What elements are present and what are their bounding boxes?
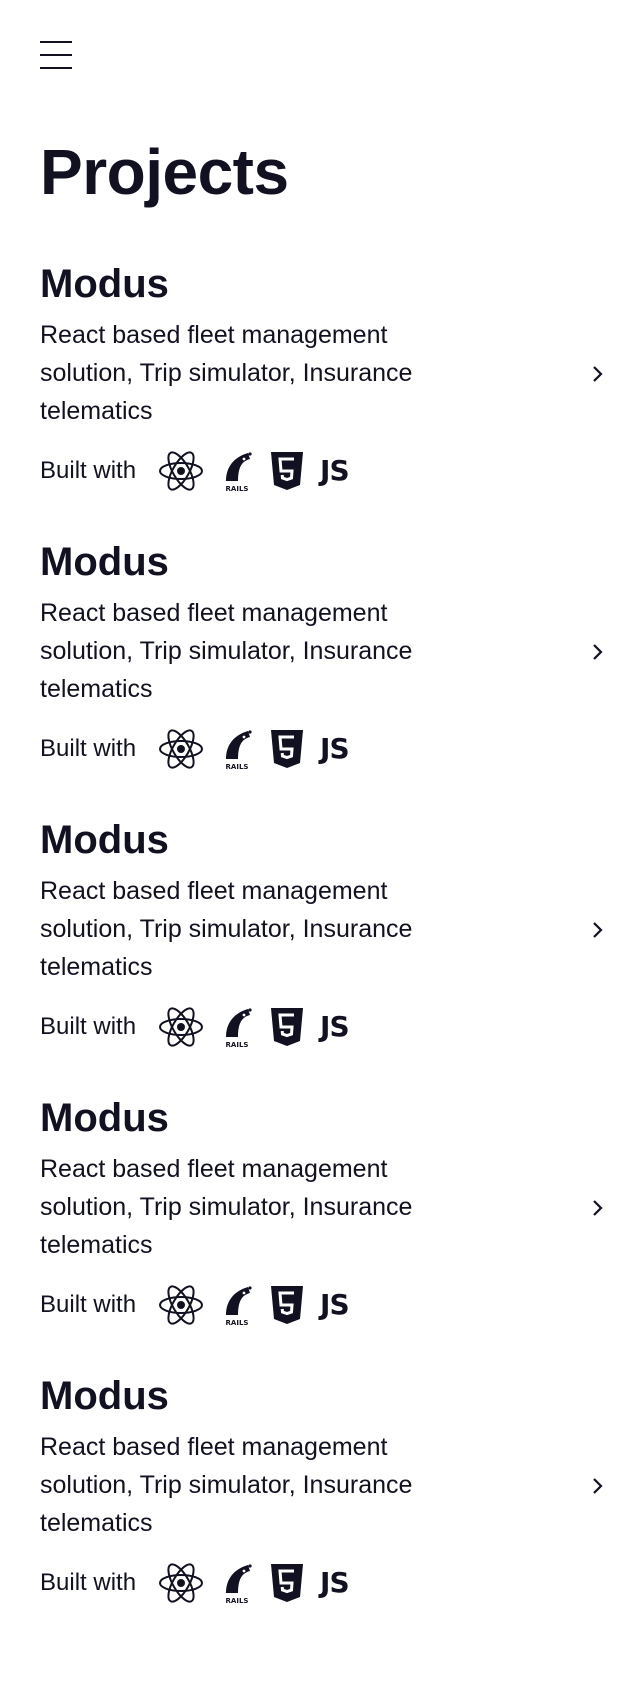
chevron-right-icon[interactable]: [586, 362, 610, 386]
menu-line: [40, 67, 72, 69]
project-name: Modus: [40, 1374, 169, 1418]
project-card[interactable]: Modus React based fleet management solut…: [40, 262, 610, 540]
built-with-label: Built with: [40, 1291, 137, 1318]
react-icon: [158, 725, 204, 773]
project-card[interactable]: Modus React based fleet management solut…: [40, 1374, 610, 1652]
menu-line: [40, 54, 72, 56]
project-description: React based fleet management solution, T…: [40, 599, 413, 703]
project-description: React based fleet management solution, T…: [40, 877, 413, 981]
built-with-row: Built with RAILS JS: [40, 1281, 350, 1329]
project-card[interactable]: Modus React based fleet management solut…: [40, 818, 610, 1096]
rails-icon: RAILS: [220, 1003, 254, 1051]
project-name: Modus: [40, 540, 169, 584]
built-with-label: Built with: [40, 735, 137, 762]
rails-label: RAILS: [226, 1319, 249, 1327]
project-description: React based fleet management solution, T…: [40, 321, 413, 425]
rails-label: RAILS: [226, 1597, 249, 1605]
built-with-label: Built with: [40, 1013, 137, 1040]
html5-icon: [270, 725, 304, 773]
built-with-row: Built with RAILS JS: [40, 1559, 350, 1607]
react-icon: [158, 1003, 204, 1051]
rails-icon: RAILS: [220, 725, 254, 773]
html5-icon: [270, 447, 304, 495]
rails-label: RAILS: [226, 485, 249, 493]
project-name: Modus: [40, 262, 169, 306]
js-icon: JS: [320, 732, 350, 765]
built-with-row: Built with RAILS JS: [40, 1003, 350, 1051]
react-icon: [158, 1559, 204, 1607]
html5-icon: [270, 1559, 304, 1607]
project-name: Modus: [40, 818, 169, 862]
project-description: React based fleet management solution, T…: [40, 1155, 413, 1259]
project-name: Modus: [40, 1096, 169, 1140]
rails-icon: RAILS: [220, 1281, 254, 1329]
js-icon: JS: [320, 1288, 350, 1321]
built-with-row: Built with RAILS JS: [40, 725, 350, 773]
chevron-right-icon[interactable]: [586, 918, 610, 942]
menu-line: [40, 41, 72, 43]
built-with-label: Built with: [40, 1569, 137, 1596]
project-list: Modus React based fleet management solut…: [40, 262, 610, 1652]
built-with-row: Built with RAILS JS: [40, 447, 350, 495]
rails-label: RAILS: [226, 1041, 249, 1049]
hamburger-menu-icon[interactable]: [40, 40, 72, 70]
js-icon: JS: [320, 1566, 350, 1599]
react-icon: [158, 447, 204, 495]
html5-icon: [270, 1003, 304, 1051]
js-icon: JS: [320, 454, 350, 487]
page-title: Projects: [40, 136, 289, 208]
rails-icon: RAILS: [220, 447, 254, 495]
html5-icon: [270, 1281, 304, 1329]
chevron-right-icon[interactable]: [586, 640, 610, 664]
project-card[interactable]: Modus React based fleet management solut…: [40, 540, 610, 818]
project-card[interactable]: Modus React based fleet management solut…: [40, 1096, 610, 1374]
rails-icon: RAILS: [220, 1559, 254, 1607]
js-icon: JS: [320, 1010, 350, 1043]
react-icon: [158, 1281, 204, 1329]
chevron-right-icon[interactable]: [586, 1196, 610, 1220]
rails-label: RAILS: [226, 763, 249, 771]
project-description: React based fleet management solution, T…: [40, 1433, 413, 1537]
built-with-label: Built with: [40, 457, 137, 484]
chevron-right-icon[interactable]: [586, 1474, 610, 1498]
